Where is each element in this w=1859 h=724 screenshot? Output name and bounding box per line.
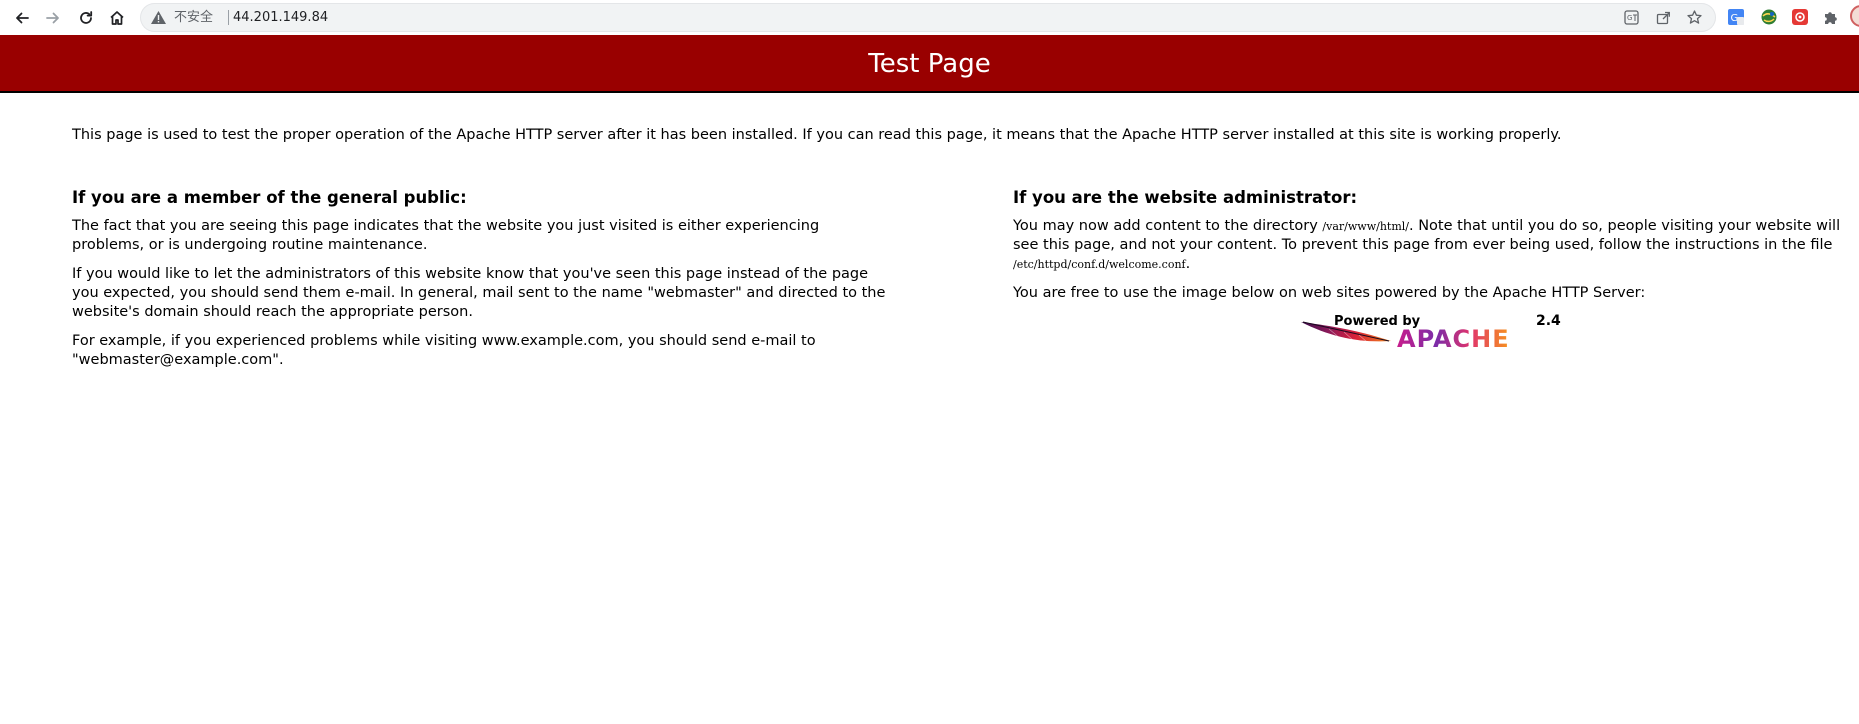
page-content: Test Page This page is used to test the … <box>0 35 1859 724</box>
public-heading: If you are a member of the general publi… <box>72 188 467 207</box>
public-paragraph-2: If you would like to let the administrat… <box>72 266 886 320</box>
insecure-label[interactable]: 不安全 <box>174 10 213 25</box>
browser-toolbar: 不安全 44.201.149.84 G G <box>0 0 1859 35</box>
admin-paragraph-2: You are free to use the image below on w… <box>1013 285 1646 301</box>
url-text[interactable]: 44.201.149.84 <box>233 10 328 25</box>
omnibox-separator <box>228 10 229 25</box>
star-icon[interactable] <box>1686 9 1703 26</box>
public-paragraph-3: For example, if you experienced problems… <box>72 333 816 368</box>
home-icon <box>110 11 124 25</box>
admin-heading: If you are the website administrator: <box>1013 188 1358 207</box>
forward-button[interactable] <box>40 5 66 31</box>
directory-path: /var/www/html/ <box>1322 220 1409 233</box>
config-file-path: /etc/httpd/conf.d/welcome.conf <box>1013 258 1186 271</box>
admin-section: If you are the website administrator: Yo… <box>1013 187 1843 353</box>
globe-extension-icon[interactable] <box>1760 8 1778 26</box>
admin-paragraph-1: You may now add content to the directory… <box>1013 217 1843 274</box>
header-bar: Test Page <box>0 35 1859 93</box>
translate-icon[interactable]: G <box>1623 9 1640 26</box>
profile-avatar[interactable] <box>1850 5 1859 27</box>
back-arrow-icon <box>16 12 29 24</box>
red-extension-icon[interactable] <box>1791 8 1809 26</box>
share-icon[interactable] <box>1655 9 1672 26</box>
powered-by-apache-logo[interactable]: Powered by 2.4 APACHE <box>1299 313 1562 351</box>
admin-p1-text-c: . <box>1185 256 1191 272</box>
version-text: 2.4 <box>1536 313 1561 329</box>
svg-text:G: G <box>1627 14 1632 22</box>
public-paragraph-1: The fact that you are seeing this page i… <box>72 218 820 253</box>
reload-button[interactable] <box>73 5 99 31</box>
puzzle-icon[interactable] <box>1822 8 1840 26</box>
public-section: If you are a member of the general publi… <box>72 187 892 380</box>
translate-extension-icon[interactable]: G <box>1727 8 1745 26</box>
intro-text: This page is used to test the proper ope… <box>72 127 1562 143</box>
admin-p1-text-a: You may now add content to the directory <box>1013 218 1323 234</box>
back-button[interactable] <box>9 5 35 31</box>
page-title: Test Page <box>868 49 991 79</box>
powered-by-container: Powered by 2.4 APACHE <box>1013 313 1843 353</box>
forward-arrow-icon <box>46 12 59 24</box>
warning-icon[interactable] <box>150 9 167 26</box>
apache-brand-text: APACHE <box>1397 325 1510 351</box>
home-button[interactable] <box>104 5 130 31</box>
reload-icon <box>80 11 93 24</box>
address-bar[interactable]: 不安全 44.201.149.84 G <box>140 3 1716 32</box>
